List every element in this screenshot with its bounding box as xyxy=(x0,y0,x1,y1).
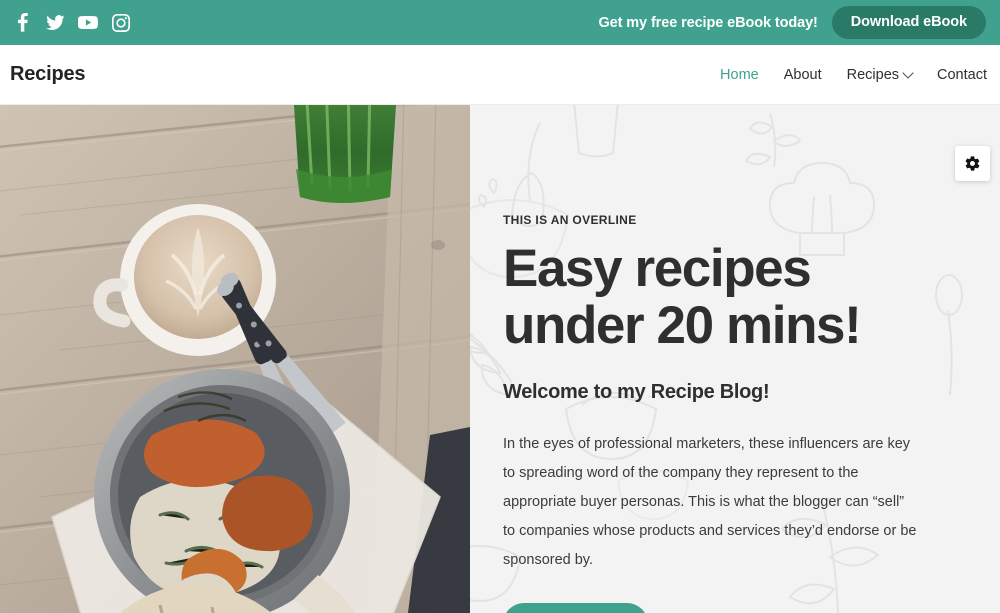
nav-item-home[interactable]: Home xyxy=(720,67,759,83)
nav-label-home: Home xyxy=(720,66,759,83)
twitter-icon[interactable] xyxy=(45,13,65,33)
hero-content: THIS IS AN OVERLINE Easy recipes under 2… xyxy=(470,105,1000,613)
main-navigation: Home About Recipes Contact xyxy=(720,67,987,83)
announcement-bar: Get my free recipe eBook today! Download… xyxy=(0,0,1000,45)
hero-title: Easy recipes under 20 mins! xyxy=(503,239,862,356)
download-ebook-button[interactable]: Download eBook xyxy=(831,6,986,39)
nav-label-recipes: Recipes xyxy=(846,66,900,83)
hero-subtitle: Welcome to my Recipe Blog! xyxy=(503,381,770,404)
announcement-text: Get my free recipe eBook today! xyxy=(598,14,818,31)
facebook-icon[interactable] xyxy=(12,13,32,33)
site-header: Recipes Home About Recipes Contact xyxy=(0,45,1000,105)
nav-item-contact[interactable]: Contact xyxy=(937,67,987,83)
nav-item-recipes[interactable]: Recipes xyxy=(846,66,914,83)
announcement-cta-group: Get my free recipe eBook today! Download… xyxy=(598,6,986,39)
hero-image xyxy=(0,105,470,613)
chevron-down-icon xyxy=(902,66,914,79)
site-logo[interactable]: Recipes xyxy=(10,63,86,86)
settings-button[interactable] xyxy=(955,146,990,181)
nav-item-about[interactable]: About xyxy=(784,67,822,83)
instagram-icon[interactable] xyxy=(111,13,131,33)
nav-label-contact: Contact xyxy=(937,66,987,83)
hero-section: THIS IS AN OVERLINE Easy recipes under 2… xyxy=(0,105,1000,613)
hero-body-text: In the eyes of professional marketers, t… xyxy=(503,436,917,569)
youtube-icon[interactable] xyxy=(78,13,98,33)
nav-label-about: About xyxy=(783,66,822,83)
social-links xyxy=(12,13,131,33)
hero-overline: THIS IS AN OVERLINE xyxy=(503,213,637,227)
gear-icon xyxy=(965,156,980,171)
go-to-recipes-button[interactable]: Go to recipes xyxy=(503,603,648,613)
